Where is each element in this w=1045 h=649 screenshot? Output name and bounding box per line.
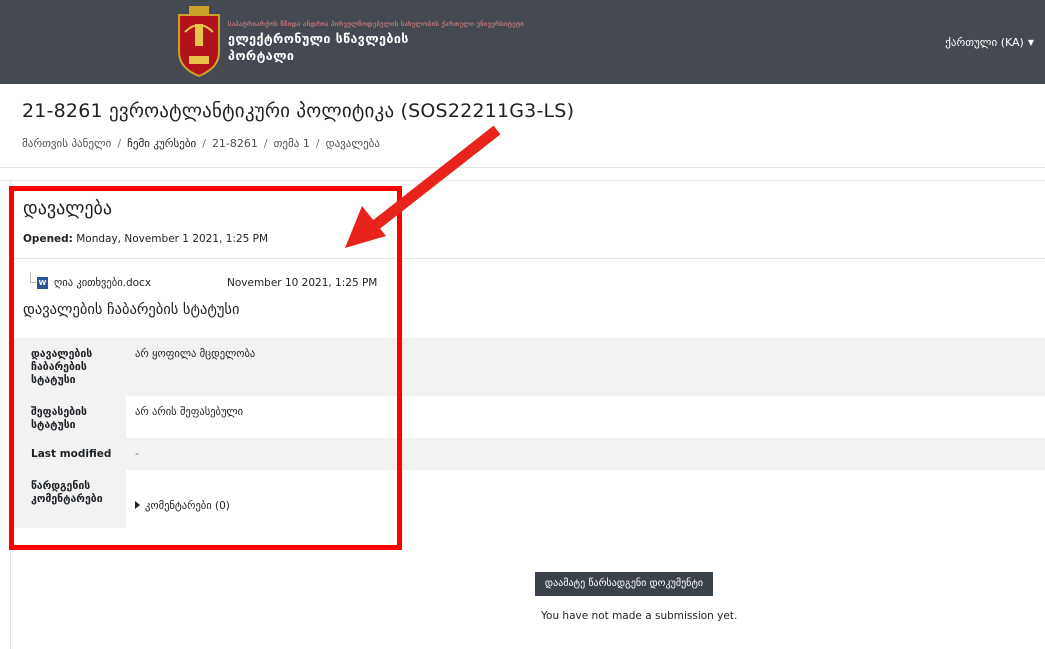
no-submission-text: You have not made a submission yet. — [541, 610, 738, 622]
add-submission-button[interactable]: დაამატე წარსადგენი დოკუმენტი — [535, 572, 713, 596]
annotation-arrow — [345, 125, 501, 248]
